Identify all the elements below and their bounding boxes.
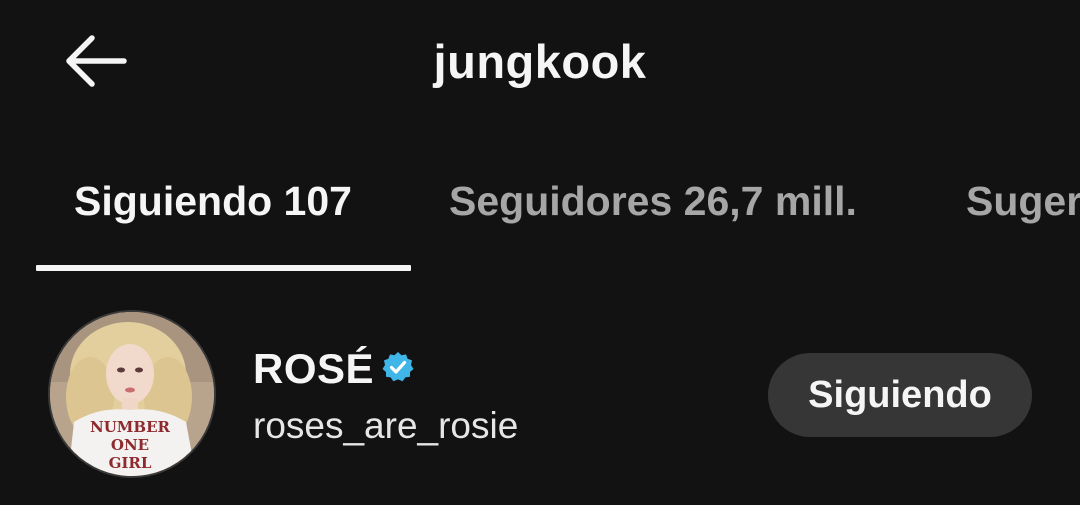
tab-bar: Siguiendo 107 Seguidores 26,7 mill. Suge…: [0, 150, 1080, 275]
account-name[interactable]: ROSÉ: [253, 345, 374, 393]
list-item[interactable]: NUMBER ONE GIRL ROSÉ roses_are_rosie Sig…: [0, 305, 1080, 485]
account-handle[interactable]: roses_are_rosie: [253, 405, 518, 447]
tab-suggested[interactable]: Suger: [966, 178, 1080, 225]
active-tab-indicator: [36, 265, 411, 271]
verified-badge-icon: [382, 351, 414, 383]
avatar[interactable]: NUMBER ONE GIRL: [48, 310, 216, 478]
tab-following[interactable]: Siguiendo 107: [74, 178, 352, 225]
following-button[interactable]: Siguiendo: [768, 353, 1032, 437]
top-bar: jungkook: [0, 0, 1080, 125]
avatar-shirt-line-1: NUMBER: [90, 418, 171, 436]
avatar-image: NUMBER ONE GIRL: [50, 312, 214, 476]
avatar-shirt-line-3: GIRL: [109, 454, 152, 472]
tab-followers[interactable]: Seguidores 26,7 mill.: [449, 178, 857, 225]
avatar-shirt-line-2: ONE: [111, 436, 149, 454]
page-title: jungkook: [433, 35, 647, 88]
